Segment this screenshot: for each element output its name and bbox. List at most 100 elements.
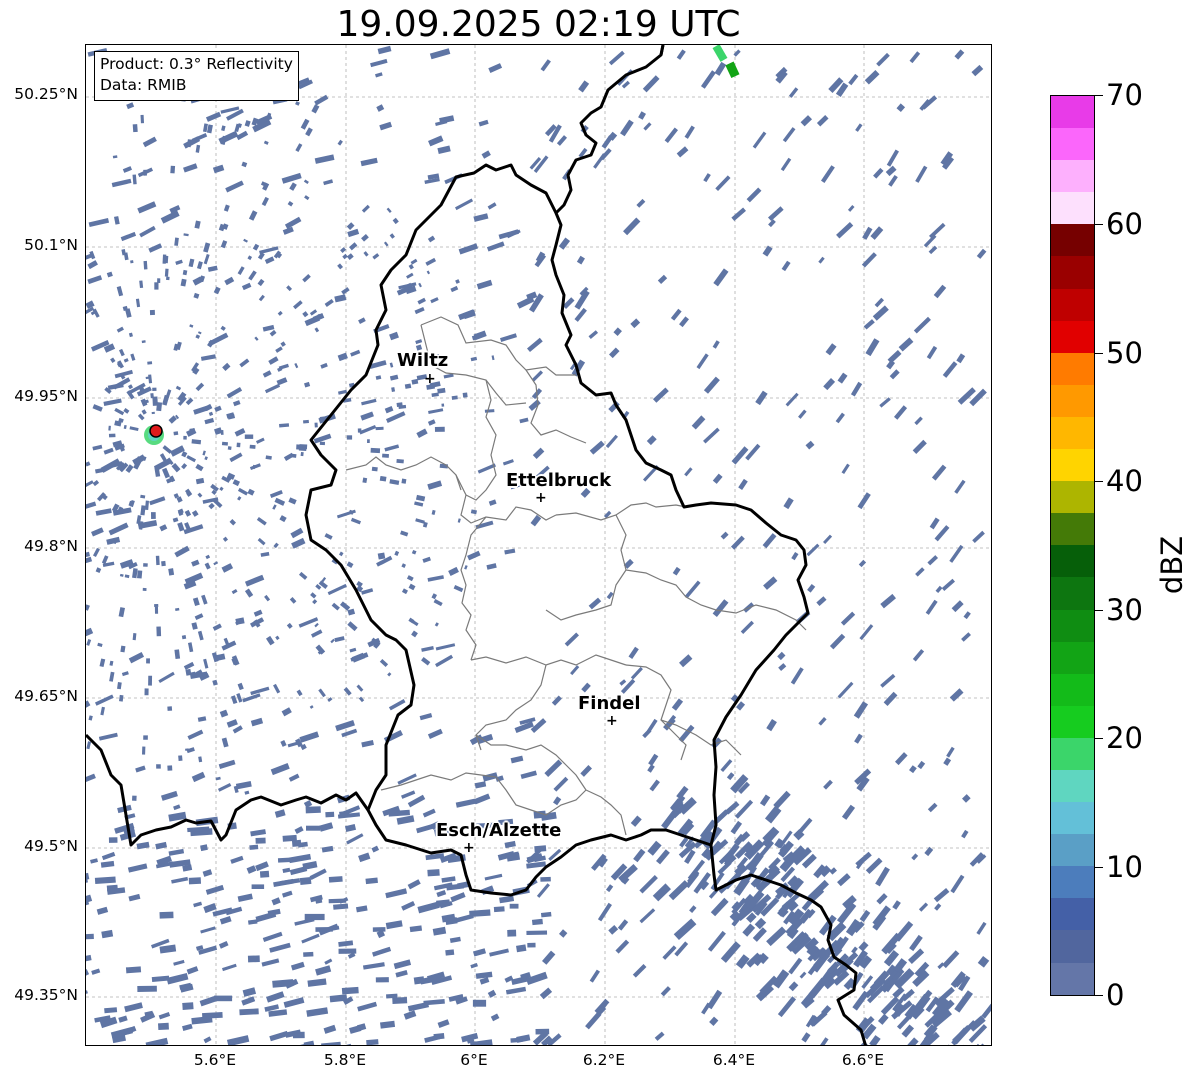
echo-pixel (754, 917, 767, 930)
echo-pixel (909, 934, 923, 952)
echo-pixel (934, 903, 942, 911)
colorbar-segment (1051, 384, 1094, 417)
echo-pixel (335, 720, 355, 732)
echo-pixel (300, 452, 304, 457)
echo-pixel (249, 463, 261, 470)
echo-pixel (735, 954, 750, 969)
lon-label: 5.8°E (323, 1051, 367, 1069)
echo-pixel (132, 633, 137, 641)
echo-pixel (304, 381, 311, 388)
echo-pixel (892, 900, 901, 910)
echo-pixel (207, 265, 218, 272)
colorbar-segment (1051, 96, 1094, 129)
echo-pixel (370, 447, 381, 454)
echo-pixel (752, 927, 767, 942)
echo-pixel (100, 860, 115, 868)
echo-pixel (291, 537, 306, 549)
echo-pixel (244, 790, 250, 795)
echo-pixel (334, 636, 345, 643)
echo-pixel (731, 446, 749, 465)
echo-pixel (800, 115, 813, 127)
colorbar-tick-label: 60 (1106, 207, 1143, 241)
echo-pixel (222, 963, 237, 972)
data-source-label: Data: RMIB (100, 76, 187, 94)
echo-pixel (462, 392, 468, 398)
echo-pixel (419, 713, 433, 721)
echo-pixel (303, 419, 309, 424)
echo-pixel (244, 120, 251, 127)
echo-pixel (109, 660, 114, 666)
echo-pixel (411, 378, 419, 385)
echo-pixel (766, 926, 787, 947)
echo-pixel (246, 865, 257, 874)
echo-pixel (324, 958, 333, 965)
echo-pixel (128, 332, 133, 338)
echo-pixel (97, 642, 103, 647)
colorbar-segment (1051, 416, 1094, 450)
echo-pixel (638, 111, 647, 120)
echo-pixel (212, 164, 225, 174)
echo-pixel (437, 145, 451, 155)
echo-pixel (422, 808, 436, 818)
echo-pixel (823, 378, 836, 391)
echo-pixel (389, 374, 399, 381)
echo-pixel (684, 125, 695, 139)
echo-pixel (520, 770, 537, 780)
echo-pixel (351, 652, 366, 663)
echo-pixel (223, 204, 230, 212)
echo-pixel (104, 1007, 118, 1014)
echo-pixel (210, 1045, 227, 1046)
echo-pixel (214, 405, 222, 412)
radar-echoes (86, 45, 991, 1046)
echo-pixel (389, 362, 394, 368)
echo-pixel (304, 913, 325, 921)
echo-pixel (425, 257, 437, 266)
echo-pixel (237, 487, 248, 496)
echo-pixel (202, 450, 206, 456)
echo-pixel (837, 873, 851, 887)
city-marker: + (424, 371, 436, 387)
echo-pixel (673, 918, 697, 941)
echo-pixel (137, 201, 157, 214)
echo-pixel (139, 280, 144, 289)
echo-pixel (661, 809, 679, 830)
echo-pixel (915, 567, 925, 577)
echo-pixel (589, 440, 605, 455)
echo-pixel (553, 796, 562, 806)
echo-pixel (252, 243, 260, 251)
echo-pixel (184, 509, 192, 517)
echo-pixel (195, 334, 201, 339)
echo-pixel (509, 903, 519, 909)
echo-pixel (976, 921, 987, 935)
echo-pixel (441, 876, 456, 883)
echo-pixel (375, 977, 389, 983)
echo-pixel (762, 533, 777, 549)
echo-pixel (159, 944, 177, 954)
echo-pixel (124, 1002, 143, 1013)
echo-pixel (249, 444, 256, 449)
echo-pixel (730, 820, 743, 835)
echo-pixel (448, 566, 459, 577)
echo-pixel (248, 270, 257, 281)
echo-pixel (500, 333, 517, 342)
echo-pixel (475, 520, 494, 530)
echo-pixel (292, 1031, 305, 1039)
echo-pixel (852, 990, 869, 1011)
echo-pixel (94, 876, 116, 885)
echo-pixel (491, 355, 495, 361)
echo-pixel (371, 845, 380, 853)
echo-pixel (137, 570, 143, 579)
echo-pixel (299, 731, 320, 743)
echo-pixel (197, 630, 204, 641)
colorbar-tick (1095, 353, 1103, 354)
echo-pixel (823, 534, 833, 545)
echo-pixel (909, 51, 921, 64)
echo-pixel (527, 942, 536, 948)
echo-pixel (87, 275, 103, 285)
echo-pixel (142, 136, 157, 148)
echo-pixel (118, 607, 125, 618)
echo-pixel (187, 642, 194, 653)
echo-pixel (158, 671, 175, 684)
colorbar-segment (1051, 641, 1094, 674)
echo-pixel (807, 583, 816, 593)
